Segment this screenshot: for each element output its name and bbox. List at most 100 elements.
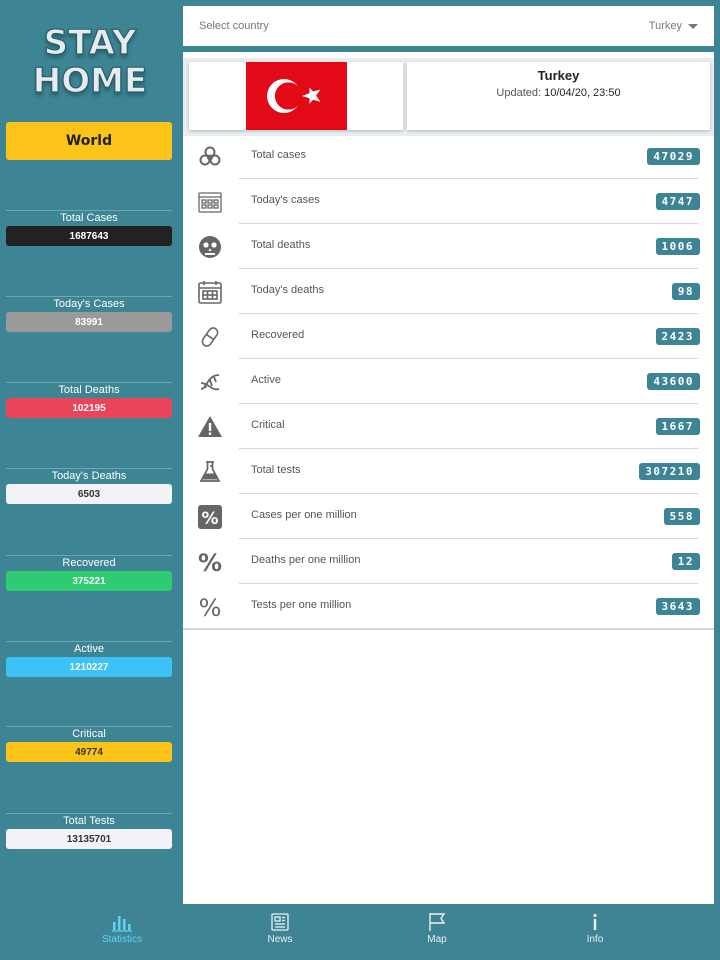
stat-row-deaths-per-one-million: % Deaths per one million 12 [183,539,714,584]
stat-row-critical: Critical 1667 [183,404,714,449]
country-panel: Select country Turkey Turkey Updated: 10… [183,6,714,904]
warning-icon [197,414,223,440]
stat-row-label: Cases per one million [251,509,357,521]
stat-row-value: 12 [671,553,700,570]
stat-row-tests-per-one-million: % Tests per one million 3643 [183,584,714,629]
stats-list: Total cases 47029 Today's cases 4747 Total d… [183,134,714,629]
stat-row-total-deaths: Total deaths 1006 [183,224,714,269]
flag-icon [397,912,477,932]
stat-row-value: 4747 [655,193,700,210]
world-button[interactable]: World [6,122,172,160]
svg-text:%: % [201,509,218,529]
stat-row-total-cases: Total cases 47029 [183,134,714,179]
newspaper-icon [240,912,320,932]
stat-value: 102195 [6,398,172,418]
stat-row-label: Critical [251,419,285,431]
divider [6,726,172,727]
stat-value: 13135701 [6,829,172,849]
divider [6,210,172,211]
stat-row-value: 2423 [655,328,700,345]
stat-row-label: Today's deaths [251,284,325,296]
nav-tab-label: Map [427,934,447,945]
turkey-flag-icon [246,62,347,130]
percent-bold-icon: % [197,549,223,577]
stat-row-value: 98 [671,283,700,300]
stat-row-label: Tests per one million [251,599,352,611]
stat-value: 83991 [6,312,172,332]
percent-box-icon: % [197,504,223,530]
country-name: Turkey [537,68,580,83]
stat-row-label: Total tests [251,464,301,476]
svg-text:HOME: HOME [33,61,147,101]
calendar-grid-icon [197,189,223,215]
divider [6,555,172,556]
svg-text:STAY: STAY [44,23,137,63]
nav-tab-info[interactable]: Info [555,912,635,945]
stat-label: Total Deaths [58,384,120,396]
stat-label: Critical [72,728,106,740]
stat-row-value: 558 [663,508,700,525]
sidebar: STAY HOME World Total Cases 1687643 Today'… [0,0,180,904]
country-select[interactable]: Select country Turkey [183,6,714,52]
stat-row-label: Total cases [251,149,307,161]
nav-tab-news[interactable]: News [240,912,320,945]
stat-row-value: 307210 [639,463,700,480]
percent-icon: % [197,594,223,622]
divider [6,382,172,383]
stat-row-value: 3643 [655,598,700,615]
updated-timestamp: 10/04/20, 23:50 [544,87,621,99]
stat-row-total-tests: Total tests 307210 [183,449,714,494]
stay-home-logo: STAY HOME [32,22,148,101]
stat-row-value: 1006 [655,238,700,255]
stat-value: 1687643 [6,226,172,246]
divider [6,296,172,297]
divider [6,468,172,469]
stat-value: 6503 [6,484,172,504]
calendar-icon [197,279,223,305]
stat-label: Today's Deaths [51,470,127,482]
stat-value: 375221 [6,571,172,591]
flag-card [189,62,403,130]
stat-row-active: Active 43600 [183,359,714,404]
dna-icon [197,369,223,395]
stat-row-today-s-deaths: Today's deaths 98 [183,269,714,314]
chevron-down-icon [688,23,698,29]
country-select-placeholder: Select country [199,20,269,32]
stat-row-label: Total deaths [251,239,311,251]
stat-row-today-s-cases: Today's cases 4747 [183,179,714,224]
stat-row-value: 47029 [647,148,700,165]
stat-label: Total Cases [60,212,118,224]
nav-tab-label: News [267,934,293,945]
country-header: Turkey Updated: 10/04/20, 23:50 [183,58,714,136]
stat-row-recovered: Recovered 2423 [183,314,714,359]
country-info-card: Turkey Updated: 10/04/20, 23:50 [407,62,710,130]
bottom-nav: Statistics News Map Info [0,904,720,960]
stat-row-cases-per-one-million: % Cases per one million 558 [183,494,714,539]
stat-row-value: 43600 [647,373,700,390]
info-icon [555,912,635,932]
svg-text:%: % [199,594,222,620]
nav-tab-label: Info [586,934,604,945]
biohazard-icon [197,144,223,170]
stat-label: Active [74,643,104,655]
divider [6,813,172,814]
list-divider [183,628,714,630]
stat-row-label: Today's cases [251,194,320,206]
nav-tab-statistics[interactable]: Statistics [82,912,162,945]
nav-tab-map[interactable]: Map [397,912,477,945]
stat-row-label: Deaths per one million [251,554,361,566]
stat-label: Recovered [62,557,116,569]
flask-icon [197,459,223,485]
stat-label: Today's Cases [53,298,125,310]
stat-row-label: Active [251,374,281,386]
updated-text: Updated: 10/04/20, 23:50 [496,87,621,99]
stat-label: Total Tests [63,815,115,827]
stat-value: 49774 [6,742,172,762]
divider [6,641,172,642]
stat-value: 1210227 [6,657,172,677]
svg-text:%: % [198,549,222,575]
stat-row-value: 1667 [655,418,700,435]
pill-icon [197,324,223,350]
country-select-value: Turkey [648,20,682,32]
skull-icon [197,234,223,260]
